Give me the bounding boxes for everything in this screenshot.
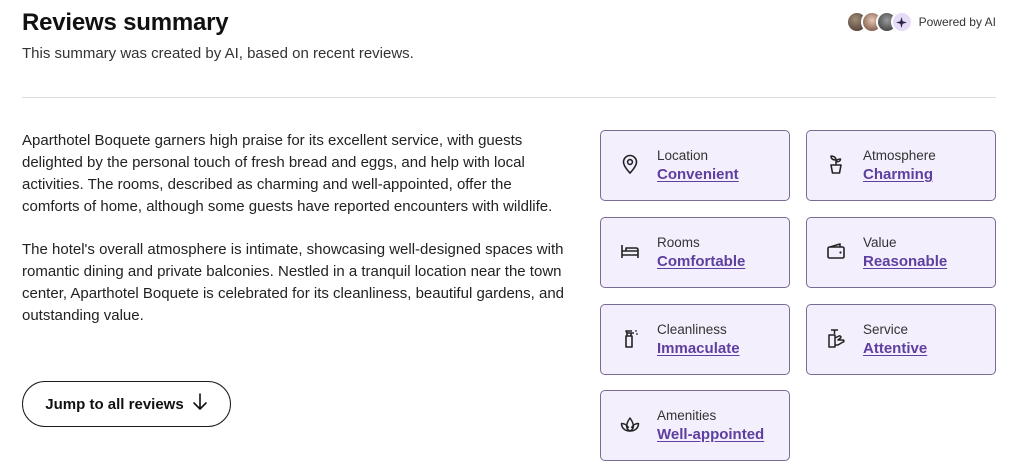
category-card-rooms: Rooms Comfortable	[600, 217, 790, 288]
category-value-link[interactable]: Comfortable	[657, 253, 745, 270]
location-pin-icon	[619, 153, 641, 175]
category-card-service: Service Attentive	[806, 304, 996, 375]
summary-paragraph: Aparthotel Boquete garners high praise f…	[22, 132, 553, 215]
ai-summary-text: Aparthotel Boquete garners high praise f…	[22, 130, 570, 327]
reviewer-avatars	[845, 11, 913, 33]
category-label: Rooms	[657, 235, 700, 250]
service-hand-icon	[825, 327, 847, 349]
jump-button-label: Jump to all reviews	[45, 395, 184, 413]
category-value-link[interactable]: Reasonable	[863, 253, 947, 270]
bed-icon	[619, 240, 641, 262]
sparkle-icon	[890, 11, 913, 33]
arrow-down-icon	[192, 393, 208, 415]
category-label: Amenities	[657, 408, 717, 423]
category-card-location: Location Convenient	[600, 130, 790, 201]
powered-by-ai: Powered by AI	[845, 11, 996, 33]
category-value-link[interactable]: Convenient	[657, 166, 739, 183]
category-label: Location	[657, 148, 709, 163]
summary-paragraph: The hotel's overall atmosphere is intima…	[22, 241, 565, 324]
category-card-cleanliness: Cleanliness Immaculate	[600, 304, 790, 375]
spray-bottle-icon	[619, 327, 641, 349]
page-subtitle: This summary was created by AI, based on…	[22, 45, 414, 62]
jump-to-all-reviews-button[interactable]: Jump to all reviews	[22, 381, 231, 427]
category-label: Cleanliness	[657, 322, 727, 337]
category-value-link[interactable]: Immaculate	[657, 340, 740, 357]
category-value-link[interactable]: Well-appointed	[657, 426, 764, 443]
category-value-link[interactable]: Attentive	[863, 340, 927, 357]
category-label: Value	[863, 235, 897, 250]
category-value-link[interactable]: Charming	[863, 166, 933, 183]
category-label: Service	[863, 322, 909, 337]
category-card-value: Value Reasonable	[806, 217, 996, 288]
plant-pot-icon	[825, 153, 847, 175]
lotus-icon	[619, 413, 641, 435]
category-card-atmosphere: Atmosphere Charming	[806, 130, 996, 201]
category-card-amenities: Amenities Well-appointed	[600, 390, 790, 461]
category-label: Atmosphere	[863, 148, 936, 163]
wallet-icon	[825, 240, 847, 262]
powered-by-label: Powered by AI	[918, 15, 996, 29]
divider	[22, 97, 996, 98]
page-title: Reviews summary	[22, 9, 229, 36]
